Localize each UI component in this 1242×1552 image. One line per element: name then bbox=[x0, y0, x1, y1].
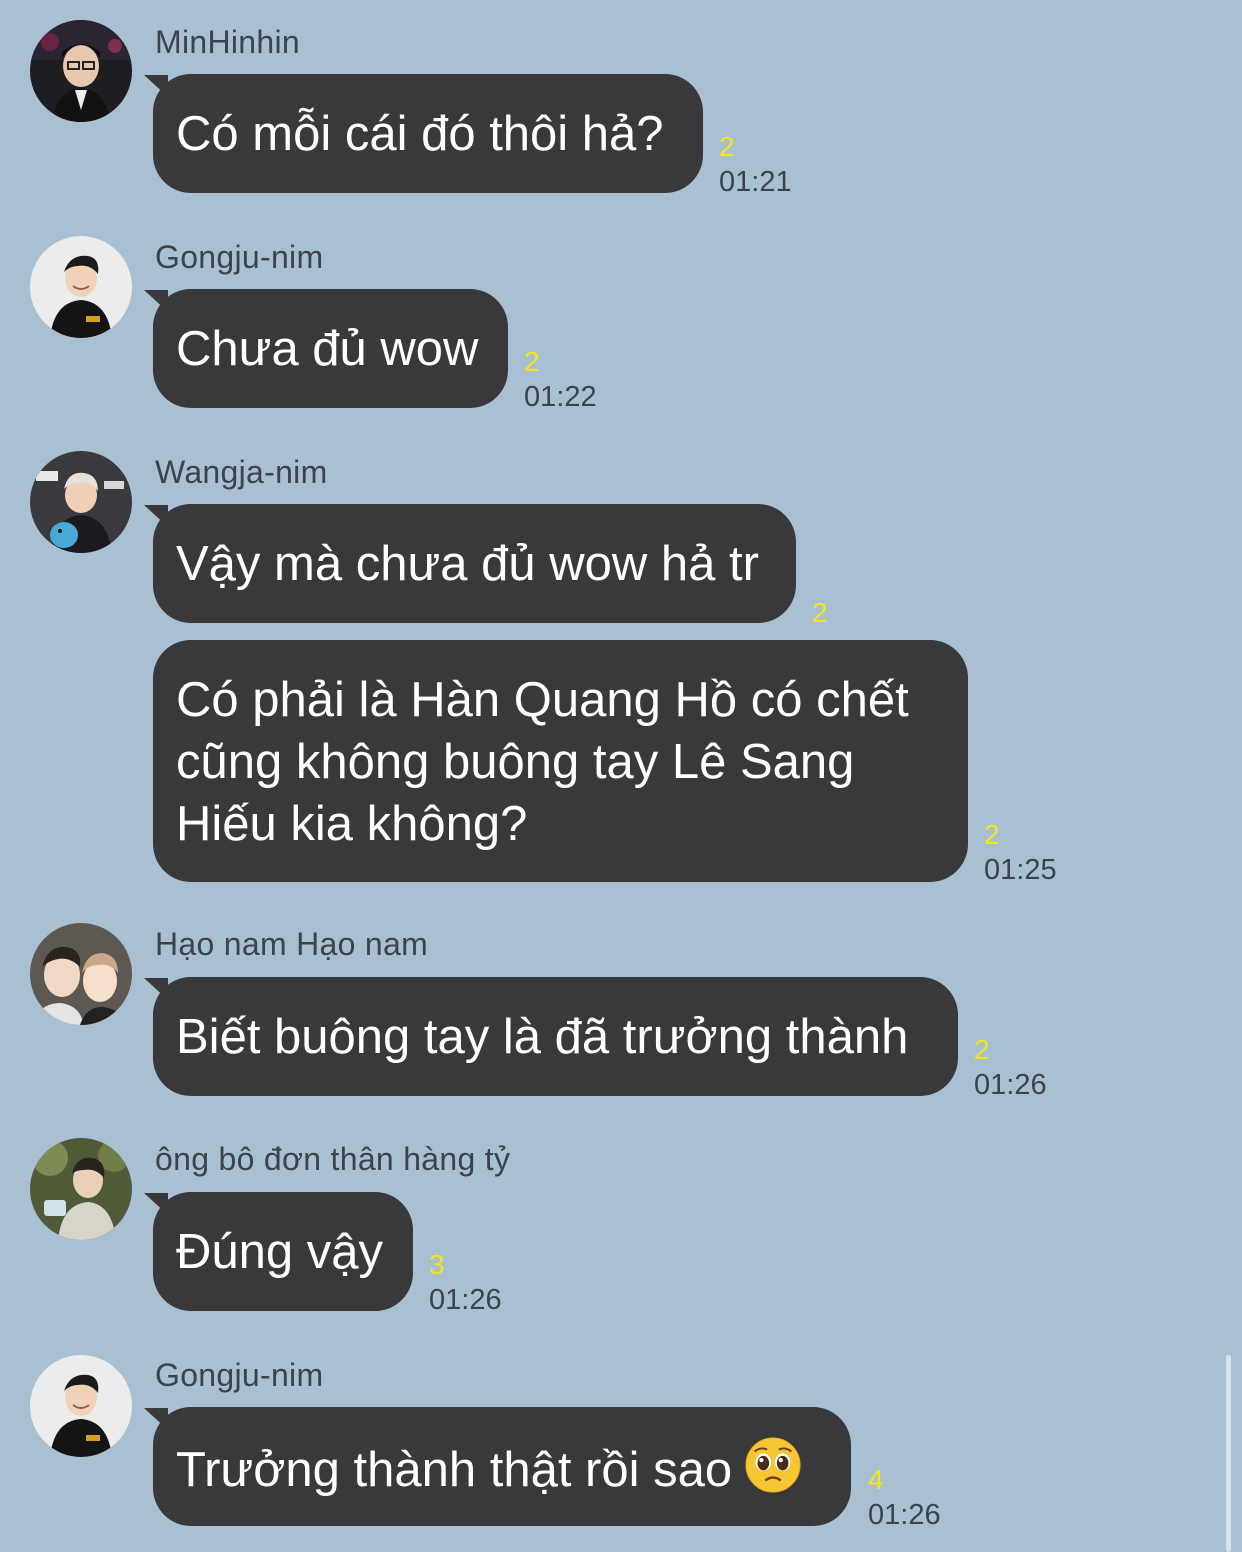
message-bubble[interactable]: Biết buông tay là đã trưởng thành bbox=[153, 977, 958, 1096]
sender-name: Wangja-nim bbox=[155, 454, 328, 490]
unread-count: 2 bbox=[984, 819, 1000, 850]
timestamp: 01:26 bbox=[429, 1284, 502, 1316]
sender-name: MinHinhin bbox=[155, 24, 300, 60]
message-bubble[interactable]: Vậy mà chưa đủ wow hả tr bbox=[153, 504, 796, 623]
timestamp: 01:21 bbox=[719, 166, 792, 198]
message-bubble[interactable]: Có mỗi cái đó thôi hả? bbox=[153, 74, 703, 193]
unread-count: 2 bbox=[719, 131, 735, 162]
sender-name: Gongju-nim bbox=[155, 1357, 324, 1393]
pleading-face-icon bbox=[745, 1437, 801, 1493]
timestamp: 01:26 bbox=[868, 1499, 941, 1531]
avatar[interactable] bbox=[30, 1138, 132, 1240]
unread-count: 2 bbox=[812, 597, 828, 628]
message-text: Trưởng thành thật rồi sao bbox=[176, 1443, 733, 1497]
timestamp: 01:22 bbox=[524, 381, 597, 413]
sender-name: Gongju-nim bbox=[155, 239, 324, 275]
avatar[interactable] bbox=[30, 1355, 132, 1457]
sender-name: Hạo nam Hạo nam bbox=[155, 926, 429, 962]
message-bubble[interactable]: Chưa đủ wow bbox=[153, 289, 508, 408]
unread-count: 2 bbox=[524, 346, 540, 377]
message-bubble[interactable]: Có phải là Hàn Quang Hồ có chết cũng khô… bbox=[153, 640, 968, 882]
unread-count: 2 bbox=[974, 1034, 990, 1065]
unread-count: 4 bbox=[868, 1464, 884, 1495]
message-bubble[interactable]: Đúng vậy bbox=[153, 1192, 413, 1311]
sender-name: ông bô đơn thân hàng tỷ bbox=[155, 1141, 511, 1177]
avatar[interactable] bbox=[30, 20, 132, 122]
timestamp: 01:26 bbox=[974, 1069, 1047, 1101]
unread-count: 3 bbox=[429, 1249, 445, 1280]
timestamp: 01:25 bbox=[984, 854, 1057, 886]
message-bubble[interactable]: Trưởng thành thật rồi sao bbox=[153, 1407, 851, 1526]
avatar[interactable] bbox=[30, 451, 132, 553]
avatar[interactable] bbox=[30, 236, 132, 338]
scrollbar[interactable] bbox=[1226, 1355, 1231, 1552]
avatar[interactable] bbox=[30, 923, 132, 1025]
